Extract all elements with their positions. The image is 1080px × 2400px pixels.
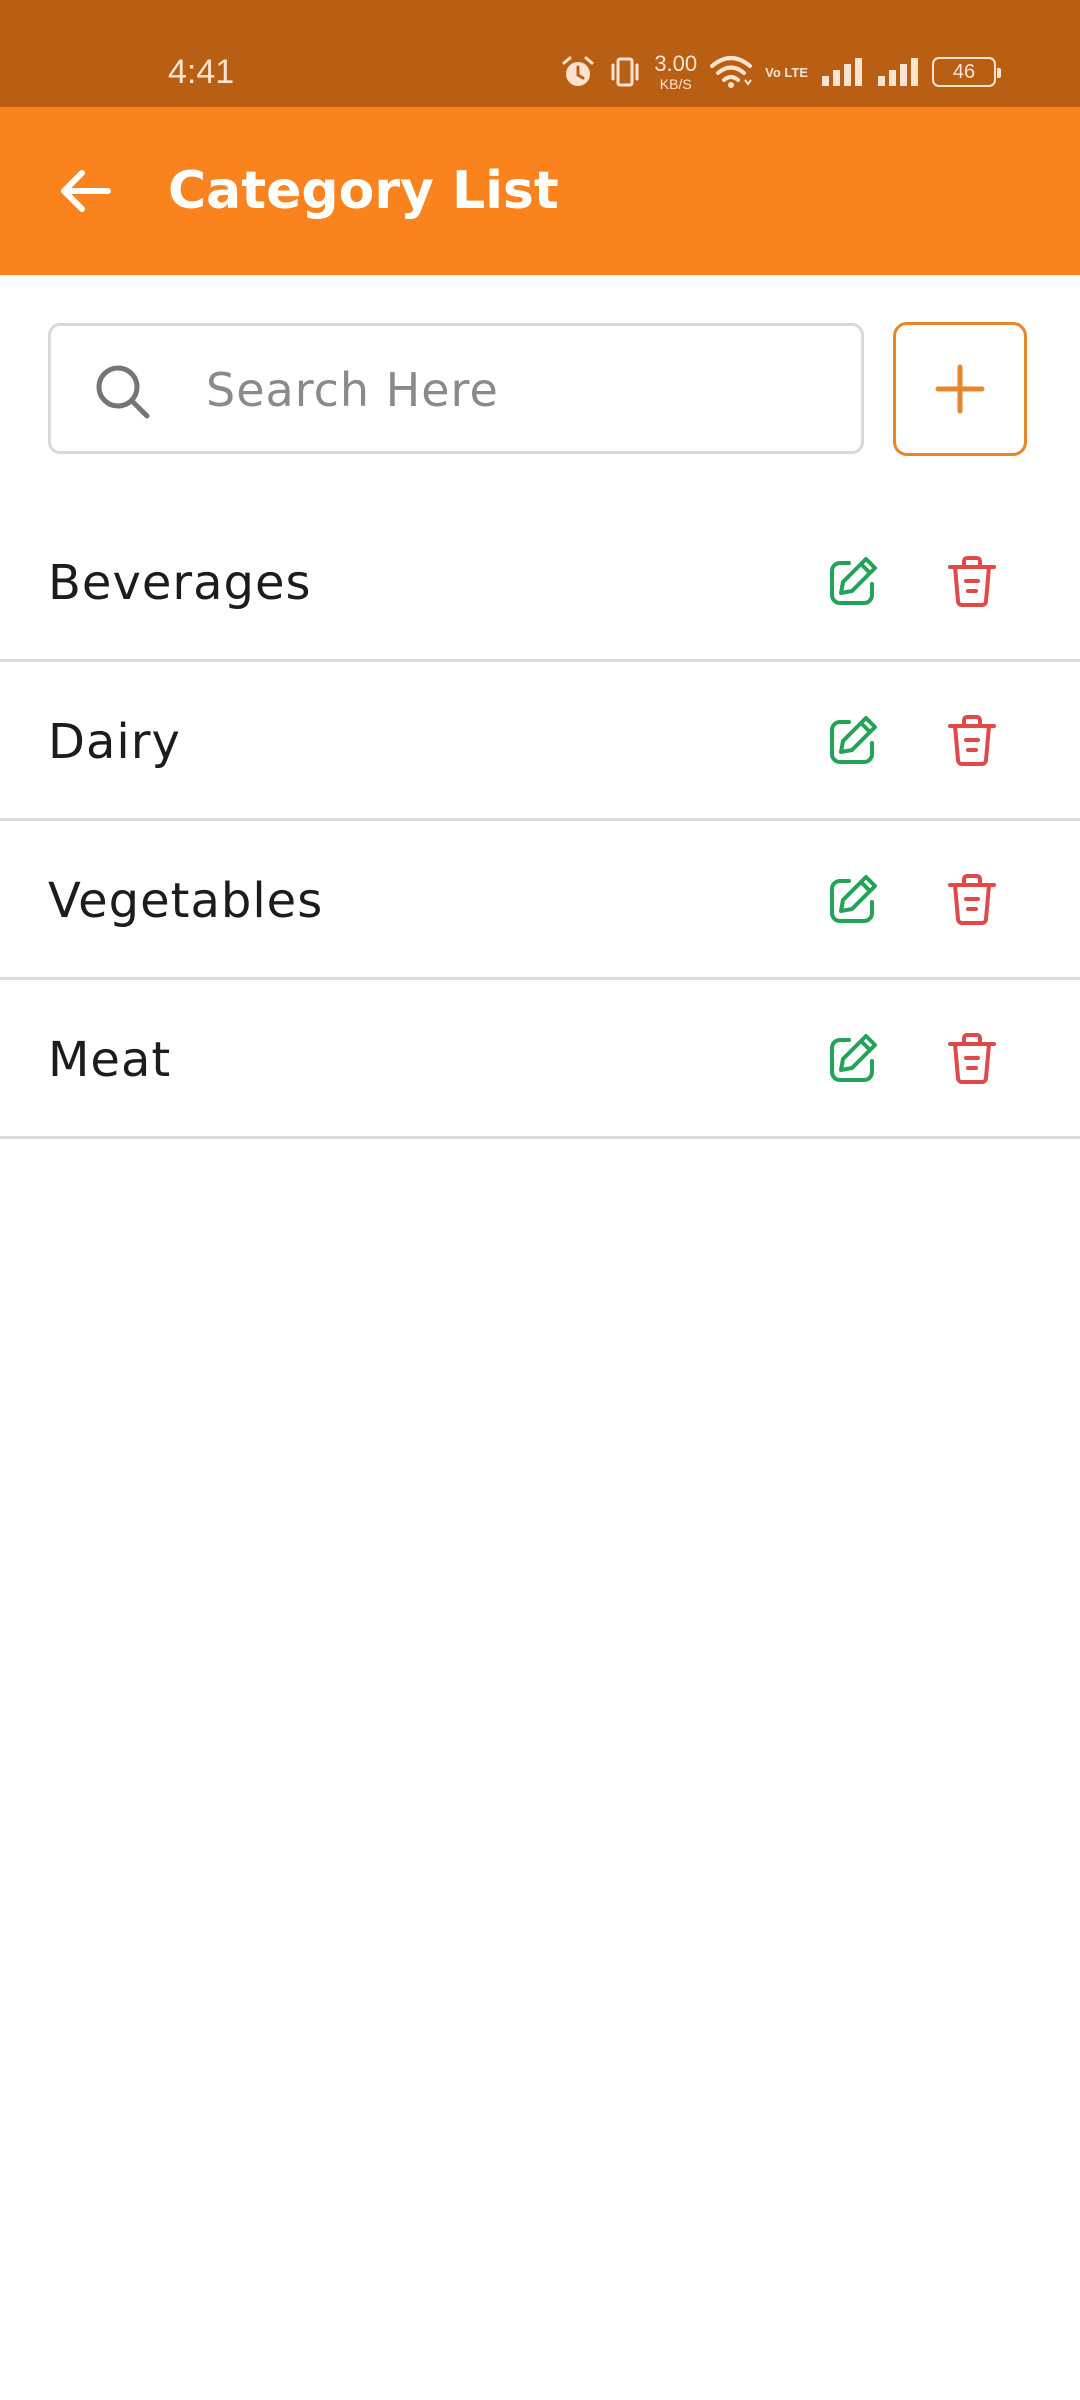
trash-icon[interactable] — [942, 551, 1002, 611]
network-speed-unit: KB/S — [659, 76, 692, 92]
search-box — [48, 323, 864, 454]
page-title: Category List — [168, 161, 559, 221]
status-icons: 3.00 KB/S Vo LTE 46 — [560, 48, 1001, 96]
arrow-left-icon — [61, 170, 111, 212]
wifi-icon — [710, 56, 753, 88]
trash-icon[interactable] — [942, 1028, 1002, 1088]
signal-icon-2 — [878, 58, 918, 86]
category-list: Beverages Dairy Vegetables Meat — [0, 503, 1080, 1139]
category-label: Meat — [48, 1032, 172, 1088]
vibrate-icon — [611, 57, 639, 87]
volte-indicator: Vo LTE — [765, 64, 808, 80]
category-label: Dairy — [48, 714, 181, 770]
search-icon — [96, 365, 150, 419]
plus-icon — [935, 364, 985, 414]
list-item[interactable]: Beverages — [0, 503, 1080, 662]
category-label: Vegetables — [48, 873, 324, 929]
battery-icon: 46 — [932, 57, 1001, 87]
network-speed-value: 3.00 — [654, 51, 698, 76]
alarm-icon — [562, 56, 594, 86]
list-item[interactable]: Dairy — [0, 662, 1080, 821]
edit-icon[interactable] — [822, 710, 882, 770]
search-input[interactable] — [206, 346, 826, 434]
edit-icon[interactable] — [822, 551, 882, 611]
network-speed: 3.00 KB/S — [654, 51, 698, 92]
status-time: 4:41 — [168, 53, 235, 91]
edit-icon[interactable] — [822, 1028, 882, 1088]
battery-level: 46 — [952, 60, 976, 83]
add-category-button[interactable] — [893, 322, 1027, 456]
list-item[interactable]: Vegetables — [0, 821, 1080, 980]
list-item[interactable]: Meat — [0, 980, 1080, 1139]
trash-icon[interactable] — [942, 869, 1002, 929]
app-bar: Category List — [0, 107, 1080, 275]
trash-icon[interactable] — [942, 710, 1002, 770]
category-label: Beverages — [48, 555, 312, 611]
edit-icon[interactable] — [822, 869, 882, 929]
back-button[interactable] — [50, 157, 118, 225]
signal-icon — [822, 58, 862, 86]
status-bar: 4:41 3.00 KB/S Vo LTE 46 — [0, 0, 1080, 107]
